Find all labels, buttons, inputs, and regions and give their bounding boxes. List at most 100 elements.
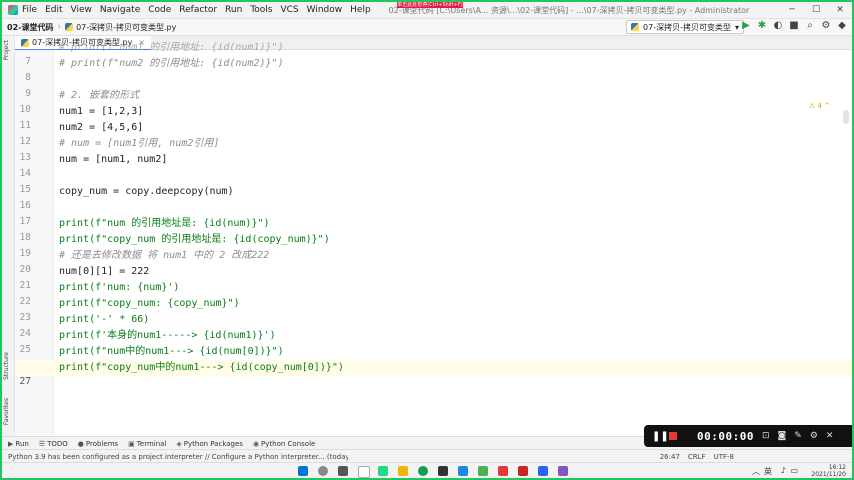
lang-indicator[interactable]: 英 (764, 466, 772, 477)
debug-icon[interactable]: ✱ (756, 20, 768, 31)
file-encoding[interactable]: UTF-8 (714, 453, 734, 461)
start-icon[interactable] (298, 466, 308, 476)
maximize-icon[interactable]: ☐ (804, 5, 828, 15)
list-icon: ☰ (38, 439, 46, 448)
code-line: print(f"num中的num1---> {id(num[0])}") (59, 346, 284, 357)
stop-icon[interactable]: ■ (788, 20, 800, 31)
todo-tool-button[interactable]: ☰ TODO (39, 440, 68, 448)
status-message[interactable]: Python 3.9 has been configured as a proj… (8, 453, 348, 461)
line-number: 12 (19, 136, 31, 147)
menu-code[interactable]: Code (148, 5, 171, 15)
breadcrumb-project[interactable]: 02-课堂代码 (7, 22, 53, 33)
pause-icon[interactable]: ❚❚ (652, 431, 669, 442)
line-number: 19 (19, 248, 31, 259)
menu-refactor[interactable]: Refactor (179, 5, 217, 15)
terminal-tool-label: Terminal (136, 439, 167, 448)
search-icon[interactable]: ⌕ (804, 20, 816, 31)
volume-icon[interactable]: ♪ (781, 466, 786, 475)
code-line: # num = [num1引用, num2引用] (59, 138, 220, 149)
line-number: 7 (25, 56, 31, 67)
menu-navigate[interactable]: Navigate (100, 5, 140, 15)
todo-tool-label: TODO (47, 439, 68, 448)
app-red-icon[interactable] (498, 466, 508, 476)
recording-pause-badge[interactable]: 单击此处暂停(Ctrl+Shift+F) (397, 2, 463, 8)
toolbar-actions: ▶ ✱ ◐ ■ ⌕ ⚙ ◆ (740, 20, 848, 31)
code-line: num1 = [1,2,3] (59, 106, 144, 117)
pycharm-icon[interactable] (378, 466, 388, 476)
settings-icon[interactable]: ⚙ (820, 20, 832, 31)
code-line-partial: # print(f"num1 的引用地址: {id(num1)}") (59, 42, 284, 53)
typora-icon[interactable] (358, 466, 370, 478)
search-icon[interactable] (318, 466, 328, 476)
code-line: # 还是去修改数据 将 num1 中的 2 改成222 (59, 250, 270, 261)
edge-browser-icon[interactable] (418, 466, 428, 476)
close-icon[interactable]: ✕ (828, 5, 852, 15)
run-configuration-label: 07-深拷贝-拷贝可变类型 (643, 22, 731, 32)
region-icon[interactable]: ⊡ (762, 431, 770, 441)
caret-position[interactable]: 26:47 (660, 453, 680, 461)
stop-icon[interactable] (669, 432, 677, 440)
menu-run[interactable]: Run (225, 5, 242, 15)
clock[interactable]: 16:12 2021/11/20 (811, 464, 846, 478)
task-view-icon[interactable] (338, 466, 348, 476)
python-file-icon (21, 38, 29, 47)
breadcrumb-file-label: 07-深拷贝-拷贝可变类型.py (76, 22, 177, 32)
file-explorer-icon[interactable] (398, 466, 408, 476)
line-number: 24 (19, 328, 31, 339)
minimize-icon[interactable]: ─ (780, 5, 804, 15)
ide-logo-icon[interactable]: ◆ (836, 20, 848, 31)
wechat-icon[interactable] (478, 466, 488, 476)
pycharm-logo-icon (8, 5, 18, 15)
python-file-icon (631, 23, 640, 31)
camera-icon[interactable]: ◙ (778, 431, 787, 441)
run-tool-label: Run (15, 439, 29, 448)
os-taskbar: ︿ 英 ♪ ▭ 16:12 2021/11/20 (2, 462, 852, 478)
menu-help[interactable]: Help (350, 5, 371, 15)
line-number: 17 (19, 216, 31, 227)
chevron-up-icon[interactable]: ︿ (752, 466, 760, 477)
code-line: num = [num1, num2] (59, 154, 168, 165)
status-bar: Python 3.9 has been configured as a proj… (2, 449, 852, 463)
python-packages-tool-button[interactable]: ◈ Python Packages (176, 440, 243, 448)
coverage-icon[interactable]: ◐ (772, 20, 784, 31)
python-console-tool-button[interactable]: ◉ Python Console (253, 440, 315, 448)
recorder-app-icon[interactable] (518, 466, 528, 476)
line-number: 16 (19, 200, 31, 211)
structure-tool-tab[interactable]: Structure (3, 352, 10, 380)
menu-vcs[interactable]: VCS (280, 5, 298, 15)
inspection-warnings-indicator[interactable]: ⚠ 4 ^ (809, 102, 830, 110)
code-line: print(f'本身的num1-----> {id(num1)}') (59, 330, 276, 341)
line-number: 23 (19, 312, 31, 323)
chevron-down-icon: ▾ (734, 22, 739, 32)
breadcrumb-file[interactable]: 07-深拷贝-拷贝可变类型.py (65, 22, 176, 33)
line-number: 15 (19, 184, 31, 195)
settings-icon[interactable]: ⚙ (810, 431, 818, 441)
python-console-icon: ◉ (252, 439, 260, 448)
pen-icon[interactable]: ✎ (794, 431, 802, 441)
run-tool-button[interactable]: ▶ Run (8, 440, 29, 448)
line-separator[interactable]: CRLF (688, 453, 706, 461)
menu-file[interactable]: File (22, 5, 37, 15)
problems-tool-button[interactable]: ● Problems (78, 440, 118, 448)
line-number: 10 (19, 104, 31, 115)
battery-icon[interactable]: ▭ (790, 466, 798, 475)
code-editor[interactable]: # print(f"num1 的引用地址: {id(num1)}") # pri… (15, 42, 852, 435)
code-line: print(f"copy_num: {copy_num}") (59, 298, 240, 309)
favorites-tool-tab[interactable]: Favorites (3, 398, 10, 425)
app-purple-icon[interactable] (558, 466, 568, 476)
run-configuration-select[interactable]: 07-深拷贝-拷贝可变类型 ▾ (626, 20, 744, 34)
project-tool-tab[interactable]: Project (3, 40, 10, 61)
menu-window[interactable]: Window (307, 5, 343, 15)
store-icon[interactable] (538, 466, 548, 476)
line-number-current: 27 (19, 376, 31, 387)
menu-view[interactable]: View (71, 5, 92, 15)
browser-icon[interactable] (458, 466, 468, 476)
editor-scrollbar[interactable] (843, 110, 849, 124)
python-packages-tool-label: Python Packages (183, 439, 243, 448)
close-icon[interactable]: ✕ (826, 431, 834, 441)
menu-tools[interactable]: Tools (250, 5, 272, 15)
terminal-app-icon[interactable] (438, 466, 448, 476)
terminal-tool-button[interactable]: ▣ Terminal (128, 440, 166, 448)
run-icon[interactable]: ▶ (740, 20, 752, 31)
menu-edit[interactable]: Edit (45, 5, 62, 15)
